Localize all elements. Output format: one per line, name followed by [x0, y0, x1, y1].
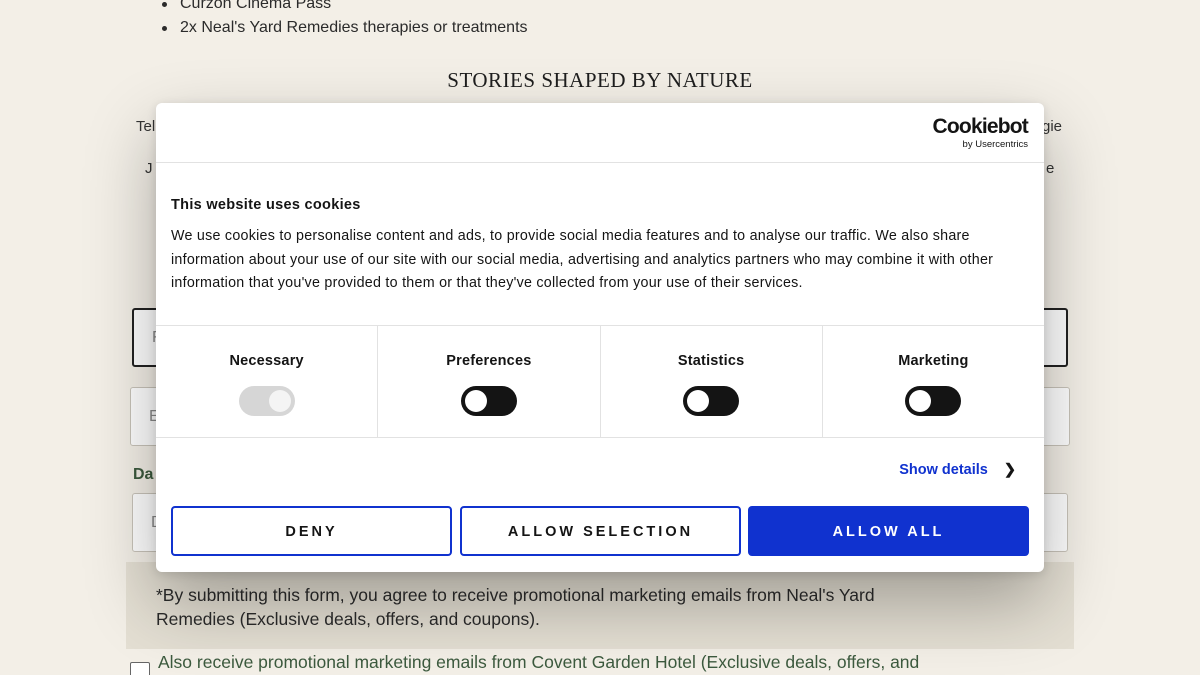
allow-all-button[interactable]: ALLOW ALL — [748, 506, 1029, 556]
deny-button[interactable]: DENY — [171, 506, 452, 556]
consent-text: *By submitting this form, you agree to r… — [156, 585, 875, 629]
toggle-knob — [464, 390, 487, 412]
dialog-title: This website uses cookies — [171, 197, 361, 213]
necessary-toggle — [238, 386, 295, 416]
category-statistics: Statistics — [601, 326, 823, 437]
list-item: 2x Neal's Yard Remedies therapies or tre… — [162, 16, 528, 40]
chevron-right-icon: ❯ — [1003, 462, 1016, 478]
opt-in-label: Also receive promotional marketing email… — [158, 652, 920, 672]
category-necessary: Necessary — [156, 326, 379, 437]
category-preferences: Preferences — [378, 326, 601, 437]
toggle-knob — [268, 390, 291, 412]
category-label: Statistics — [677, 353, 745, 369]
cookiebot-logo: Cookiebot by Usercentrics — [932, 115, 1029, 151]
category-label: Marketing — [898, 353, 969, 369]
toggle-knob — [687, 390, 710, 412]
background-text-fragment: J — [145, 160, 153, 177]
allow-selection-button[interactable]: ALLOW SELECTION — [460, 506, 741, 556]
marketing-toggle[interactable] — [905, 386, 962, 416]
statistics-toggle[interactable] — [683, 386, 740, 416]
background-text-fragment: Tel — [136, 118, 156, 135]
background-text-fragment: e — [1046, 160, 1055, 177]
consent-notice: *By submitting this form, you agree to r… — [126, 562, 1074, 649]
list-item: Curzon Cinema Pass — [162, 0, 528, 16]
opt-in-checkbox[interactable] — [130, 662, 150, 675]
show-details-label: Show details — [899, 462, 988, 478]
show-details-link[interactable]: Show details ❯ — [899, 462, 1016, 478]
toggle-knob — [909, 390, 932, 412]
category-label: Necessary — [229, 353, 304, 369]
dialog-header: Cookiebot by Usercentrics — [156, 103, 1044, 163]
logo-brand: Cookiebot — [932, 115, 1029, 138]
background-text-fragment: gie — [1042, 118, 1063, 135]
preferences-toggle[interactable] — [460, 386, 517, 416]
cookie-category-toggles: Necessary Preferences Statistics Marketi… — [156, 325, 1044, 438]
date-label: Da — [133, 466, 154, 483]
logo-subtitle: by Usercentrics — [962, 139, 1028, 150]
category-marketing: Marketing — [823, 326, 1044, 437]
dialog-body: We use cookies to personalise content an… — [171, 228, 994, 291]
cookie-consent-dialog: Cookiebot by Usercentrics This website u… — [156, 103, 1044, 572]
section-title: STORIES SHAPED BY NATURE — [447, 68, 753, 92]
prize-list: Curzon Cinema Pass 2x Neal's Yard Remedi… — [162, 0, 528, 40]
category-label: Preferences — [446, 353, 532, 369]
